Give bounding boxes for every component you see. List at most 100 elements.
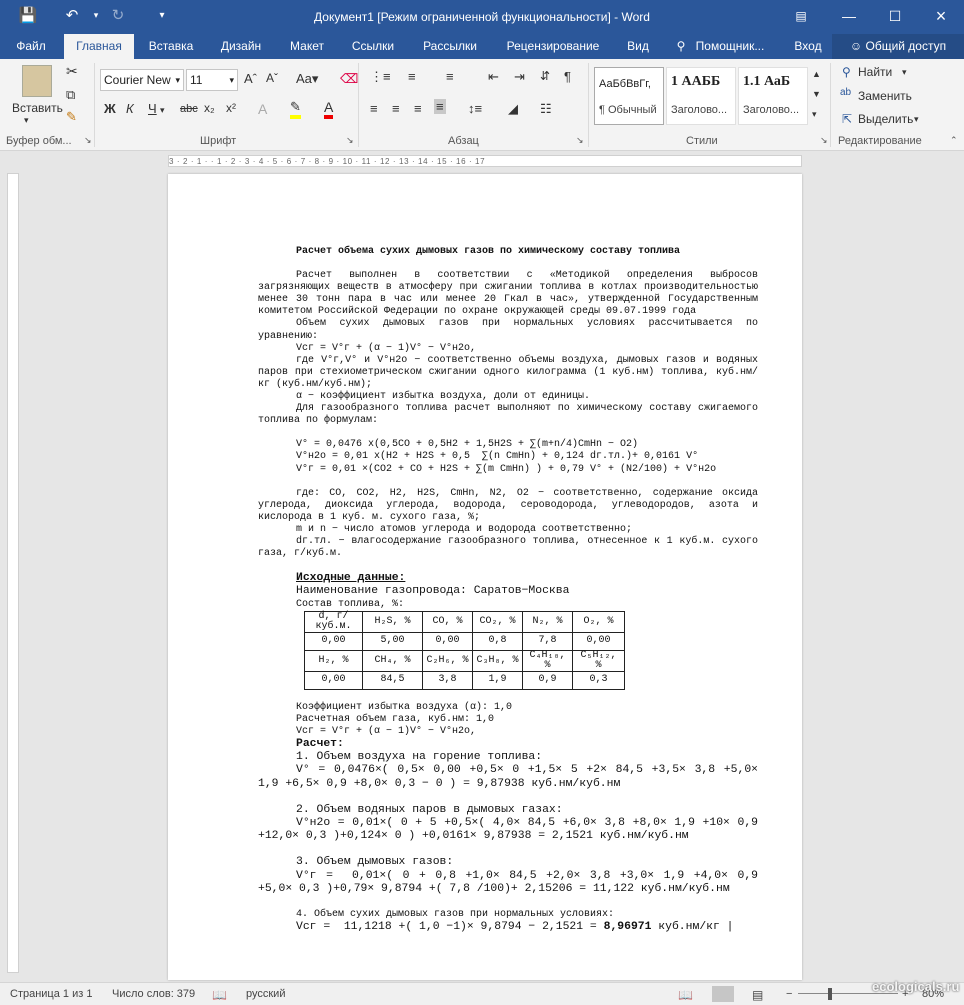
tab-file[interactable]: Файл — [6, 34, 56, 59]
highlight-icon[interactable]: ✎ — [290, 99, 301, 119]
style-normal[interactable]: АаБбВвГг, ¶ Обычный — [594, 67, 664, 125]
paste-button[interactable]: Вставить — [12, 101, 63, 115]
doc-eq2: V°н2о = 0,01 x(H2 + H2S + 0,5 ∑(n CmHn) … — [296, 451, 699, 463]
shading-icon[interactable]: ◢ — [508, 101, 518, 117]
horizontal-ruler[interactable]: 3 · 2 · 1 · · 1 · 2 · 3 · 4 · 5 · 6 · 7 … — [168, 155, 802, 167]
tab-mailings[interactable]: Рассылки — [414, 34, 486, 59]
clipboard-group-label: Буфер обм... — [6, 135, 72, 147]
subscript-icon[interactable]: x₂ — [204, 101, 215, 115]
strikethrough-icon[interactable]: abc — [180, 103, 198, 115]
style-heading1[interactable]: 1 ААББ Заголово... — [666, 67, 736, 125]
decrease-indent-icon[interactable]: ⇤ — [488, 69, 499, 85]
font-launcher-icon[interactable]: ↘ — [346, 135, 354, 146]
table-cell: 0,3 — [572, 670, 625, 690]
style-heading2[interactable]: 1.1 АаБ Заголово... — [738, 67, 808, 125]
justify-icon[interactable]: ≡ — [434, 99, 446, 114]
minimize-button[interactable]: — — [826, 0, 872, 34]
format-painter-icon[interactable]: ✎ — [66, 109, 77, 125]
close-button[interactable]: × — [918, 0, 964, 34]
table-cell: 0,00 — [422, 631, 473, 651]
tab-layout[interactable]: Макет — [280, 34, 334, 59]
document-body[interactable]: Расчет объема сухих дымовых газов по хим… — [258, 246, 758, 934]
font-group-label: Шрифт — [200, 135, 237, 147]
change-case-icon[interactable]: Aa▾ — [296, 71, 318, 87]
grow-font-icon[interactable]: Aˆ — [244, 71, 257, 86]
zoom-out-icon[interactable]: − — [786, 988, 792, 1000]
doc-input-heading: Исходные данные: — [296, 572, 406, 585]
paragraph-launcher-icon[interactable]: ↘ — [576, 135, 584, 146]
bold-icon[interactable]: Ж — [104, 101, 116, 116]
clear-formatting-icon[interactable]: ⌫ — [340, 71, 358, 87]
styles-scroll-up-icon[interactable]: ▲ — [812, 69, 821, 79]
bullets-icon[interactable]: ⋮≡ — [370, 69, 391, 85]
doc-alpha-val: Коэффициент избытка воздуха (α): 1,0 — [296, 701, 513, 713]
numbering-icon[interactable]: ≡ — [408, 69, 416, 84]
italic-icon[interactable]: К — [126, 101, 134, 116]
font-size-box[interactable]: 11 ▾ — [186, 69, 238, 91]
doc-s1-body: V° = 0,0476×( 0,5× 0,00 +0,5× 0 +1,5× 5 … — [258, 764, 765, 790]
styles-group-label: Стили — [686, 135, 718, 147]
clipboard-icon[interactable] — [22, 65, 52, 97]
show-marks-icon[interactable]: ¶ — [564, 69, 571, 84]
borders-icon[interactable]: ☷ — [540, 101, 552, 117]
copy-icon[interactable]: ⧉ — [66, 87, 75, 103]
shrink-font-icon[interactable]: Aˇ — [266, 71, 278, 85]
select-dropdown-icon[interactable]: ▾ — [914, 114, 919, 125]
tab-review[interactable]: Рецензирование — [496, 34, 610, 59]
styles-scroll-down-icon[interactable]: ▼ — [812, 89, 821, 99]
web-layout-icon[interactable]: ▤ — [752, 988, 763, 1002]
underline-dropdown-icon[interactable]: ▾ — [160, 105, 165, 116]
zoom-slider-thumb[interactable] — [828, 988, 832, 1000]
page-count[interactable]: Страница 1 из 1 — [10, 988, 92, 1000]
table-cell: 0,00 — [304, 631, 363, 651]
align-left-icon[interactable]: ≡ — [370, 101, 378, 116]
tab-home[interactable]: Главная — [64, 34, 134, 59]
paste-dropdown-icon[interactable]: ▾ — [24, 115, 29, 126]
word-count[interactable]: Число слов: 379 — [112, 988, 195, 1000]
font-size-value: 11 — [190, 73, 203, 87]
align-center-icon[interactable]: ≡ — [392, 101, 400, 116]
doc-s4-title: 4. Объем сухих дымовых газов при нормаль… — [296, 908, 615, 920]
share-button[interactable]: ☺ Общий доступ — [832, 34, 964, 59]
align-right-icon[interactable]: ≡ — [414, 101, 422, 116]
font-name-box[interactable]: Courier New ▾ — [100, 69, 184, 91]
cut-icon[interactable]: ✂ — [66, 63, 78, 80]
increase-indent-icon[interactable]: ⇥ — [514, 69, 525, 85]
line-spacing-icon[interactable]: ↕≡ — [468, 101, 482, 116]
title-bar: 💾 ↶ ▾ ↻ ▾ Документ1 [Режим ограниченной … — [0, 0, 964, 34]
doc-s3-body: V°г = 0,01×( 0 + 0,8 +1,0× 84,5 +2,0× 3,… — [258, 869, 765, 895]
underline-icon[interactable]: Ч — [148, 101, 157, 116]
font-size-dropdown-icon[interactable]: ▾ — [229, 70, 234, 90]
replace-icon: ab — [840, 87, 852, 98]
find-dropdown-icon[interactable]: ▾ — [902, 67, 907, 78]
tab-design[interactable]: Дизайн — [210, 34, 272, 59]
select-button[interactable]: Выделить — [858, 112, 913, 126]
tab-view[interactable]: Вид — [618, 34, 658, 59]
document-page[interactable]: Расчет объема сухих дымовых газов по хим… — [168, 174, 802, 980]
styles-more-icon[interactable]: ▾ — [812, 109, 817, 120]
clipboard-launcher-icon[interactable]: ↘ — [84, 135, 92, 146]
text-effects-icon[interactable]: A — [258, 101, 267, 117]
ribbon-display-icon[interactable]: ▤ — [778, 0, 824, 34]
font-color-icon[interactable]: A — [324, 99, 334, 119]
maximize-button[interactable]: ☐ — [872, 0, 918, 34]
font-dropdown-icon[interactable]: ▾ — [175, 70, 180, 90]
tab-tell-me[interactable]: Помощник... — [690, 34, 770, 59]
language[interactable]: русский — [246, 988, 285, 1000]
sign-in-link[interactable]: Вход — [786, 34, 830, 59]
tab-insert[interactable]: Вставка — [140, 34, 202, 59]
collapse-ribbon-icon[interactable]: ⌃ — [950, 135, 958, 146]
multilevel-list-icon[interactable]: ≡ — [446, 69, 454, 84]
table-cell: 7,8 — [522, 631, 573, 651]
tab-references[interactable]: Ссылки — [342, 34, 404, 59]
sort-icon[interactable]: ⇵ — [540, 69, 550, 83]
share-label: Общий доступ — [865, 39, 947, 53]
read-mode-icon[interactable]: 📖 — [678, 988, 693, 1002]
vertical-ruler[interactable] — [7, 173, 19, 973]
find-button[interactable]: Найти — [858, 65, 892, 79]
print-layout-icon[interactable] — [712, 986, 734, 1002]
superscript-icon[interactable]: x² — [226, 101, 236, 115]
proofing-icon[interactable]: 📖 — [212, 988, 227, 1002]
styles-launcher-icon[interactable]: ↘ — [820, 135, 828, 146]
replace-button[interactable]: Заменить — [858, 89, 912, 103]
